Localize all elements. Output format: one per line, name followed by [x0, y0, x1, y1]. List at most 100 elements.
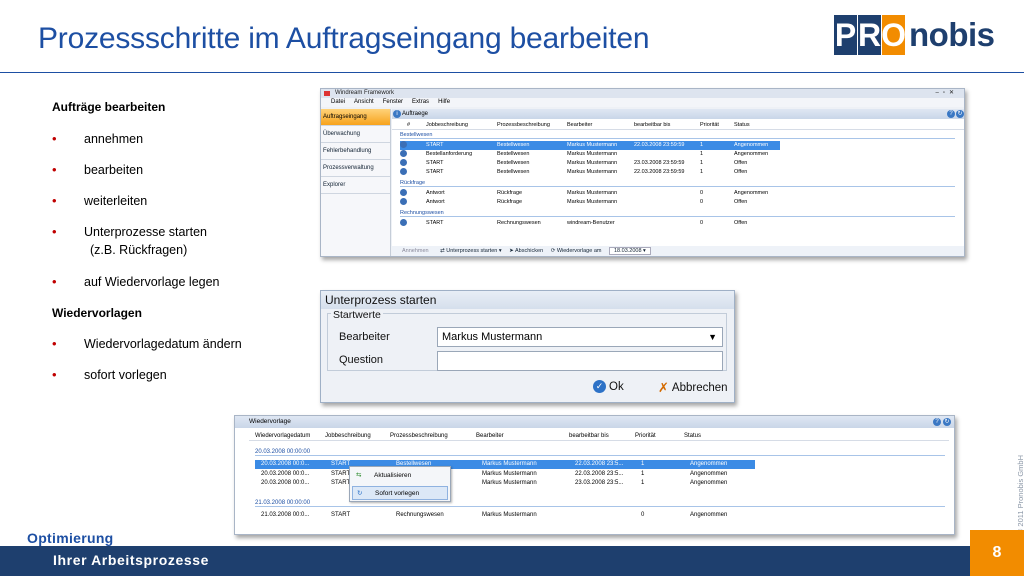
window-controls[interactable]: –▫✕ [936, 89, 959, 98]
col-header[interactable]: Status [734, 121, 750, 130]
col-header[interactable]: Priorität [635, 432, 656, 441]
ok-button[interactable]: ✓ Ok [593, 380, 624, 393]
menu-fenster[interactable]: Fenster [383, 98, 403, 107]
col-header[interactable]: Wiedervorlagedatum [255, 432, 310, 441]
date-group-header[interactable]: 20.03.2008 00:00:00 [255, 448, 945, 456]
help-icon[interactable]: ? [947, 110, 955, 118]
table-cell: Bestellwesen [497, 151, 530, 157]
table-cell: Antwort [426, 190, 445, 196]
menu-sofort-vorlegen[interactable]: ↻ Sofort vorlegen [352, 486, 448, 500]
table-cell: START [331, 461, 351, 467]
table-cell: 1 [641, 480, 645, 486]
wiedervorlage-label: Wiedervorlage am [556, 248, 602, 254]
table-cell: Offen [734, 220, 748, 226]
question-input[interactable] [437, 351, 723, 371]
nav-auftragseingang[interactable]: Auftragseingang [321, 109, 390, 126]
footer-line2: Ihrer Arbeitsprozesse [53, 552, 210, 568]
table-cell: Angenommen [690, 512, 728, 518]
table-cell: 0 [700, 190, 704, 196]
col-header[interactable]: Prozessbeschreibung [497, 121, 550, 130]
table-cell: Angenommen [734, 142, 769, 148]
job-icon [400, 219, 407, 226]
wiedervorlage-button[interactable]: ⟳ Wiedervorlage am [551, 248, 602, 254]
group-header[interactable]: Rechnungswesen [400, 209, 955, 217]
col-header[interactable]: Prozessbeschreibung [390, 432, 448, 441]
table-cell: Bestellanforderung [426, 151, 473, 157]
nav-fehlerbehandlung[interactable]: Fehlerbehandlung [321, 143, 390, 160]
wiedervorlage-date-field[interactable]: 18.03.2008 ▾ [609, 247, 651, 255]
table-cell: Angenommen [690, 470, 728, 477]
table-cell: 20.03.2008 00:0... [261, 480, 310, 486]
table-row[interactable]: START Bestellwesen Markus Mustermann 22.03.… [400, 141, 780, 150]
table-row[interactable]: Antwort Rückfrage Markus Mustermann 0 Offen [400, 198, 955, 207]
col-header[interactable]: Jobbeschreibung [325, 432, 371, 441]
menu-datei[interactable]: Datei [331, 98, 345, 107]
question-label: Question [339, 354, 384, 366]
table-cell: 1 [641, 461, 645, 467]
table-cell: START [331, 470, 351, 477]
bearbeiter-select[interactable]: Markus Mustermann ▼ [437, 327, 723, 347]
table-row[interactable]: START Rechnungswesen windream-Benutzer 0 Off… [400, 219, 955, 228]
abschicken-label: Abschicken [515, 248, 544, 254]
table-cell: Markus Mustermann [567, 190, 618, 196]
menu-ansicht[interactable]: Ansicht [354, 98, 374, 107]
col-header[interactable]: Status [684, 432, 701, 441]
col-header[interactable]: Priorität [700, 121, 719, 130]
table-row[interactable]: Antwort Rückfrage Markus Mustermann 0 Angeno… [400, 189, 955, 198]
heading-wiedervorlagen: Wiedervorlagen [52, 306, 142, 320]
annehmen-button[interactable]: Annehmen [402, 248, 429, 254]
wv-header: Wiedervorlage ? ↻ [235, 416, 954, 428]
window-title: Windream Framework [335, 90, 395, 96]
unterprozess-button[interactable]: ⇄ Unterprozess starten ▾ [440, 248, 502, 254]
job-icon [400, 150, 407, 157]
table-cell: Rechnungswesen [396, 512, 444, 518]
menu-extras[interactable]: Extras [412, 98, 429, 107]
col-header[interactable]: Bearbeiter [567, 121, 592, 130]
refresh-icon[interactable]: ↻ [943, 418, 951, 426]
table-row[interactable]: START Bestellwesen Markus Mustermann 22.03.… [400, 168, 955, 177]
table-cell: 21.03.2008 00:0... [261, 512, 310, 518]
col-header[interactable]: Bearbeiter [476, 432, 504, 441]
table-cell: Markus Mustermann [567, 160, 618, 166]
bullet-dot: • [52, 131, 57, 146]
bullet-dot: • [52, 193, 57, 208]
table-cell: START [426, 160, 444, 166]
wv-title: Wiedervorlage [249, 418, 291, 425]
table-cell: Angenommen [734, 190, 769, 196]
bullet-dot: • [52, 367, 57, 382]
col-header[interactable]: Jobbeschreibung [426, 121, 468, 130]
table-cell: 1 [700, 142, 704, 148]
bullet-text: auf Wiedervorlage legen [84, 275, 220, 289]
col-header[interactable]: bearbeitbar bis [634, 121, 670, 130]
app-icon [324, 91, 330, 96]
table-row[interactable]: 21.03.2008 00:0... START Rechnungswesen Mar… [255, 511, 945, 520]
nav-prozessverwaltung[interactable]: Prozessverwaltung [321, 160, 390, 177]
refresh-icon[interactable]: ↻ [956, 110, 964, 118]
orders-panel: i Auftraege ? ↻ # Jobbeschreibung Prozes… [392, 109, 964, 246]
nav-explorer[interactable]: Explorer [321, 177, 390, 194]
group-header[interactable]: Bestellwesen [400, 131, 955, 139]
heading-auftraege: Aufträge bearbeiten [52, 100, 166, 114]
context-menu: ⇆ Aktualisieren ↻ Sofort vorlegen [349, 466, 451, 502]
job-icon [400, 141, 407, 148]
col-header[interactable]: # [407, 121, 410, 130]
menu-aktualisieren[interactable]: ⇆ Aktualisieren [352, 469, 448, 483]
table-row[interactable]: Bestellanforderung Bestellwesen Markus Mus… [400, 150, 955, 159]
table-cell: 20.03.2008 00:0... [261, 470, 310, 477]
table-row[interactable]: 20.03.2008 00:0... START Bestellwesen Marku… [255, 460, 755, 469]
table-cell: START [426, 169, 444, 175]
col-header[interactable]: bearbeitbar bis [569, 432, 609, 441]
table-cell: Rechnungswesen [497, 220, 541, 226]
table-row[interactable]: START Bestellwesen Markus Mustermann 23.03.… [400, 159, 955, 168]
abschicken-button[interactable]: ➤ Abschicken [509, 248, 543, 254]
group-header[interactable]: Rückfrage [400, 179, 955, 187]
menu-hilfe[interactable]: Hilfe [438, 98, 450, 107]
bullet-text: Wiedervorlagedatum ändern [84, 337, 242, 351]
help-icon[interactable]: ? [933, 418, 941, 426]
logo-letter-r: R [858, 15, 881, 55]
job-icon [400, 168, 407, 175]
cancel-button[interactable]: ✗ Abbrechen [658, 380, 728, 396]
nav-ueberwachung[interactable]: Überwachung [321, 126, 390, 143]
chevron-down-icon[interactable]: ▼ [708, 328, 717, 346]
logo-letter-o: O [881, 15, 906, 55]
